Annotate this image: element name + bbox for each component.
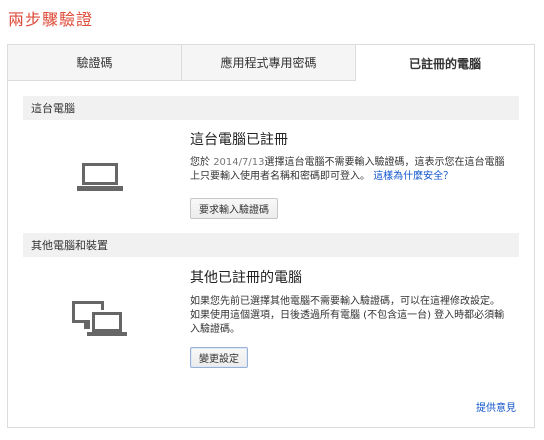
tab-verification-codes[interactable]: 驗證碼	[8, 45, 182, 80]
registration-date: 2014/7/13	[213, 157, 265, 168]
feedback-link[interactable]: 提供意見	[476, 399, 516, 414]
section-header-this-computer: 這台電腦	[23, 96, 519, 120]
tab-app-specific-passwords[interactable]: 應用程式專用密碼	[182, 45, 356, 80]
section-header-other-devices: 其他電腦和裝置	[23, 233, 519, 257]
other-desc-line2: 如果使用這個選項，日後透過所有電腦 (不包含這一台) 登入時都必須輸	[190, 310, 505, 321]
this-computer-description: 您於 2014/7/13選擇這台電腦不需要輸入驗證碼，這表示您在這台電腦 上只要…	[190, 156, 520, 184]
other-desc-line1: 如果您先前已選擇其他電腦不需要輸入驗證碼，可以在這裡修改設定。	[190, 296, 500, 307]
multiple-devices-icon	[72, 301, 127, 336]
this-computer-heading: 這台電腦已註冊	[190, 132, 288, 148]
tab-bar: 驗證碼 應用程式專用密碼 已註冊的電腦	[8, 45, 534, 82]
other-computers-heading: 其他已註冊的電腦	[190, 270, 302, 286]
other-computers-description: 如果您先前已選擇其他電腦不需要輸入驗證碼，可以在這裡修改設定。 如果使用這個選項…	[190, 295, 520, 337]
desc-text-line1: 選擇這台電腦不需要輸入驗證碼，這表示您在這台電腦	[264, 157, 505, 168]
page-title: 兩步驟驗證	[8, 10, 94, 29]
require-code-button[interactable]: 要求輸入驗證碼	[190, 198, 278, 219]
change-settings-button[interactable]: 變更設定	[190, 347, 248, 368]
desc-text-prefix: 您於	[190, 157, 214, 168]
why-safe-link[interactable]: 這樣為什麼安全？	[373, 171, 453, 182]
desc-text-line2: 上只要輸入使用者名稱和密碼即可登入。	[190, 171, 370, 182]
laptop-icon	[77, 163, 123, 191]
other-desc-line3: 入驗證碼。	[190, 324, 240, 335]
two-step-verification-panel: 驗證碼 應用程式專用密碼 已註冊的電腦 這台電腦 這台電腦已註冊 您於 2014…	[7, 44, 535, 428]
tab-registered-computers[interactable]: 已註冊的電腦	[356, 45, 534, 82]
